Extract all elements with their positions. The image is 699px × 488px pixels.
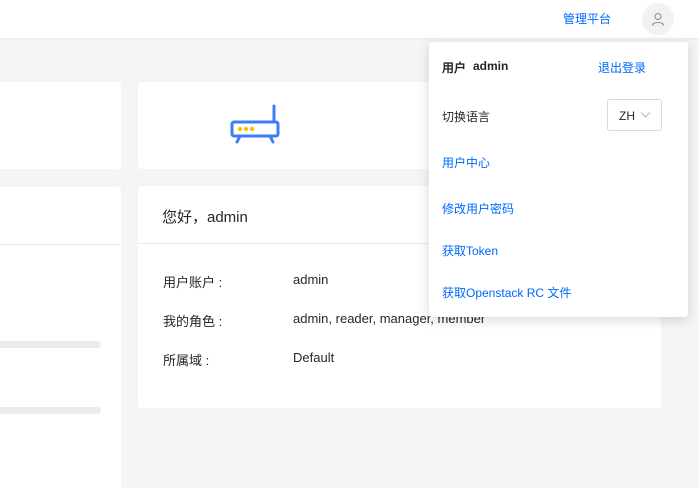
language-label: 切换语言: [442, 110, 491, 124]
user-label: 用户: [442, 61, 467, 75]
change-password-link[interactable]: 修改用户密码: [442, 200, 514, 217]
language-select[interactable]: ZH: [607, 99, 662, 131]
admin-platform-link[interactable]: 管理平台: [563, 10, 611, 27]
greeting-title: 您好，admin: [162, 209, 248, 226]
account-value: admin: [293, 272, 329, 287]
logout-link[interactable]: 退出登录: [598, 59, 646, 76]
skeleton-bar: [0, 341, 101, 348]
divider: [0, 244, 121, 245]
user-center-link[interactable]: 用户中心: [442, 154, 490, 171]
left-panel-card: [0, 187, 121, 488]
overview-card-left: [0, 82, 121, 169]
router-icon: [230, 104, 280, 144]
chevron-down-icon: [640, 112, 651, 118]
account-label: 用户账户 :: [163, 275, 223, 290]
user-icon: [651, 12, 665, 26]
user-name: admin: [473, 59, 509, 73]
user-dropdown-menu: 用户 admin 退出登录 切换语言 ZH 用户中心 修改用户密码 获取Toke…: [429, 42, 688, 317]
skeleton-bar: [0, 407, 101, 414]
language-select-value: ZH: [619, 109, 635, 123]
roles-label: 我的角色 :: [163, 314, 223, 329]
get-openstack-rc-link[interactable]: 获取Openstack RC 文件: [442, 284, 571, 301]
user-avatar-button[interactable]: [642, 3, 674, 35]
domain-value: Default: [293, 350, 335, 365]
get-token-link[interactable]: 获取Token: [442, 242, 498, 259]
top-header: 管理平台: [0, 0, 699, 38]
domain-label: 所属域 :: [163, 353, 210, 368]
